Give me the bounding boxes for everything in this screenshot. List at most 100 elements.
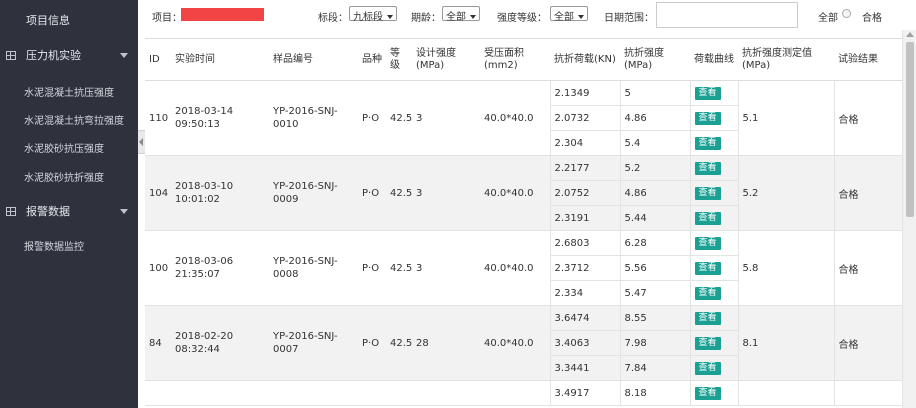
vertical-scrollbar[interactable] bbox=[902, 30, 916, 408]
scrollbar-thumb[interactable] bbox=[906, 42, 914, 217]
chevron-down-icon bbox=[578, 15, 584, 19]
section-label: 标段： bbox=[318, 13, 348, 24]
cell-load: 2.304 bbox=[549, 130, 620, 156]
cell-result bbox=[833, 380, 902, 406]
cell-load-curve: 查看 bbox=[689, 155, 738, 181]
cell-measured bbox=[737, 380, 834, 406]
table-row: 110 2018-03-14 09:50:13 YP-2016-SNJ-0010 P·… bbox=[145, 80, 902, 156]
col-header-sample: 样品编号 bbox=[269, 38, 358, 81]
all-label: 全部 bbox=[818, 13, 838, 24]
cell-load-curve: 查看 bbox=[689, 355, 738, 381]
date-range-label: 日期范围： bbox=[604, 13, 654, 24]
cell-load-curve: 查看 bbox=[689, 80, 738, 106]
col-header-load: 抗折荷载(KN) bbox=[550, 38, 620, 81]
results-table-body: 110 2018-03-14 09:50:13 YP-2016-SNJ-0010 P·… bbox=[145, 80, 902, 406]
sidebar-item-mortar-flexural[interactable]: 水泥胶砂抗折强度 bbox=[24, 169, 104, 184]
project-value-redacted bbox=[181, 8, 264, 21]
cell-strength: 5 bbox=[619, 80, 690, 106]
cell-load-curve: 查看 bbox=[689, 380, 738, 406]
view-curve-button[interactable]: 查看 bbox=[694, 111, 721, 125]
pass-filter[interactable]: 合格 bbox=[862, 9, 882, 24]
cell-design-strength: 28 bbox=[412, 305, 480, 381]
chevron-down-icon bbox=[120, 53, 128, 58]
cell-area: 40.0*40.0 bbox=[480, 155, 550, 231]
view-curve-button[interactable]: 查看 bbox=[694, 336, 721, 350]
cell-sample: YP-2016-SNJ-0008 bbox=[269, 230, 358, 306]
sidebar-item-concrete-flexural[interactable]: 水泥混凝土抗弯拉强度 bbox=[24, 112, 124, 127]
cell-result: 合格 bbox=[833, 155, 902, 231]
view-curve-button[interactable]: 查看 bbox=[694, 161, 721, 175]
sidebar-item-project-info[interactable]: 项目信息 bbox=[26, 12, 70, 28]
cell-time: 2018-03-10 10:01:02 bbox=[171, 155, 269, 231]
cell-measured: 5.2 bbox=[737, 155, 834, 231]
cell-result: 合格 bbox=[833, 80, 902, 156]
sidebar-group-alarm-data[interactable]: 报警数据 bbox=[0, 198, 138, 224]
cell-variety bbox=[358, 380, 386, 406]
cell-load-curve: 查看 bbox=[689, 105, 738, 131]
cell-id: 110 bbox=[145, 80, 171, 156]
cell-sample bbox=[269, 380, 358, 406]
cell-load: 3.6474 bbox=[549, 305, 620, 331]
cell-time: 2018-03-14 09:50:13 bbox=[171, 80, 269, 156]
view-curve-button[interactable]: 查看 bbox=[694, 211, 721, 225]
view-curve-button[interactable]: 查看 bbox=[694, 186, 721, 200]
view-curve-button[interactable]: 查看 bbox=[694, 361, 721, 375]
cell-variety: P·O bbox=[358, 305, 386, 381]
cell-design-strength: 3 bbox=[412, 155, 480, 231]
col-header-design-strength: 设计强度(MPa) bbox=[412, 38, 480, 81]
date-range-input[interactable] bbox=[656, 2, 798, 28]
cell-strength: 8.18 bbox=[619, 380, 690, 406]
cell-load: 2.1349 bbox=[549, 80, 620, 106]
cell-id: 104 bbox=[145, 155, 171, 231]
chevron-down-icon bbox=[120, 209, 128, 214]
view-curve-button[interactable]: 查看 bbox=[694, 311, 721, 325]
cell-load-curve: 查看 bbox=[689, 130, 738, 156]
period-select[interactable]: 全部 bbox=[442, 6, 480, 23]
cell-strength: 4.86 bbox=[619, 105, 690, 131]
sidebar: 项目信息 压力机实验 水泥混凝土抗压强度 水泥混凝土抗弯拉强度 水泥胶砂抗压强度… bbox=[0, 0, 138, 408]
cell-id: 84 bbox=[145, 305, 171, 381]
period-select-value: 全部 bbox=[446, 12, 466, 23]
view-curve-button[interactable]: 查看 bbox=[694, 86, 721, 100]
sidebar-item-concrete-compressive[interactable]: 水泥混凝土抗压强度 bbox=[24, 84, 114, 99]
cell-result: 合格 bbox=[833, 305, 902, 381]
cell-load-curve: 查看 bbox=[689, 180, 738, 206]
grid-icon bbox=[6, 206, 16, 216]
cell-area: 40.0*40.0 bbox=[480, 230, 550, 306]
col-header-strength: 抗折强度(MPa) bbox=[620, 38, 690, 81]
view-curve-button[interactable]: 查看 bbox=[694, 386, 721, 400]
sidebar-group-label: 压力机实验 bbox=[26, 49, 81, 62]
cell-grade: 42.5 bbox=[386, 305, 412, 381]
cell-load-curve: 查看 bbox=[689, 305, 738, 331]
cell-load: 2.334 bbox=[549, 280, 620, 306]
sidebar-group-press-experiment[interactable]: 压力机实验 bbox=[0, 42, 138, 68]
cell-result: 合格 bbox=[833, 230, 902, 306]
cell-grade bbox=[386, 380, 412, 406]
cell-strength: 5.2 bbox=[619, 155, 690, 181]
col-header-result: 试验结果 bbox=[834, 38, 902, 81]
grade-select[interactable]: 全部 bbox=[550, 6, 588, 23]
cell-time: 2018-03-06 21:35:07 bbox=[171, 230, 269, 306]
sidebar-item-alarm-monitor[interactable]: 报警数据监控 bbox=[24, 238, 84, 253]
all-radio[interactable] bbox=[842, 9, 851, 18]
cell-load-curve: 查看 bbox=[689, 280, 738, 306]
view-curve-button[interactable]: 查看 bbox=[694, 136, 721, 150]
view-curve-button[interactable]: 查看 bbox=[694, 286, 721, 300]
view-curve-button[interactable]: 查看 bbox=[694, 236, 721, 250]
col-header-grade: 等级 bbox=[386, 38, 412, 81]
col-header-time: 实验时间 bbox=[171, 38, 269, 81]
grid-icon bbox=[6, 50, 16, 60]
scroll-up-arrow-icon[interactable] bbox=[906, 32, 914, 37]
cell-design-strength bbox=[412, 380, 480, 406]
sidebar-group-label: 报警数据 bbox=[26, 205, 70, 218]
cell-load: 3.4063 bbox=[549, 330, 620, 356]
cell-strength: 7.98 bbox=[619, 330, 690, 356]
cell-load: 3.3441 bbox=[549, 355, 620, 381]
cell-strength: 5.4 bbox=[619, 130, 690, 156]
cell-sample: YP-2016-SNJ-0007 bbox=[269, 305, 358, 381]
view-curve-button[interactable]: 查看 bbox=[694, 261, 721, 275]
section-select[interactable]: 九标段 bbox=[349, 6, 397, 23]
sidebar-item-mortar-compressive[interactable]: 水泥胶砂抗压强度 bbox=[24, 140, 104, 155]
cell-load-curve: 查看 bbox=[689, 205, 738, 231]
cell-strength: 5.56 bbox=[619, 255, 690, 281]
